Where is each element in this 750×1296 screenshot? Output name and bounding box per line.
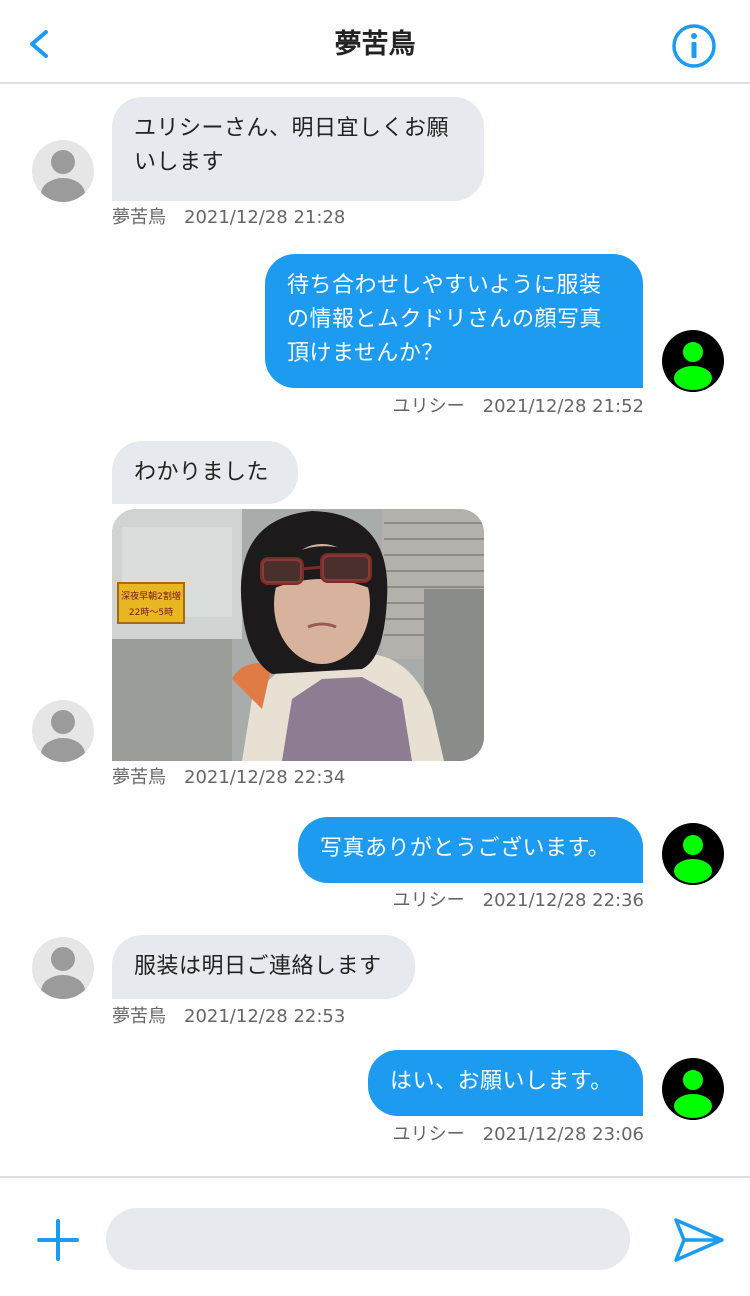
partner-avatar-icon[interactable] [32,700,94,762]
message-meta: ユリシー 2021/12/28 21:52 [300,392,644,418]
message-text: 服装は明日ご連絡します [134,954,382,979]
message-timestamp: 2021/12/28 23:06 [482,1124,644,1145]
message-meta: ユリシー 2021/12/28 22:36 [300,886,644,912]
message-input[interactable] [106,1208,630,1270]
message-sender: ユリシー [392,396,465,417]
message-text-line: いします [134,150,225,175]
message-meta: 夢苦鳥 2021/12/28 22:34 [112,763,345,789]
message-meta: ユリシー 2021/12/28 23:06 [300,1120,644,1146]
message-text-line: ユリシーさん、明日宜しくお願 [134,116,450,141]
message-text-line: の情報とムクドリさんの顔写真 [287,307,603,332]
self-avatar-icon[interactable] [662,330,724,392]
message-timestamp: 2021/12/28 21:52 [482,396,644,417]
page-title: 夢苦鳥 [334,29,416,60]
message-timestamp: 2021/12/28 22:36 [482,890,644,911]
message-bubble-outgoing[interactable]: 待ち合わせしやすいように服装 の情報とムクドリさんの顔写真 頂けませんか？ [265,254,643,388]
message-sender: 夢苦鳥 [112,1006,166,1027]
message-text-line: 待ち合わせしやすいように服装 [287,273,602,298]
message-sender: 夢苦鳥 [112,767,166,788]
message-bubble-incoming[interactable]: わかりました [112,441,298,504]
self-avatar-icon[interactable] [662,823,724,885]
message-bubble-incoming[interactable]: ユリシーさん、明日宜しくお願 いします [112,97,484,201]
message-sender: 夢苦鳥 [112,207,166,228]
send-icon[interactable] [672,1216,726,1264]
message-bubble-outgoing[interactable]: 写真ありがとうございます。 [298,817,643,883]
message-meta: 夢苦鳥 2021/12/28 22:53 [112,1002,345,1028]
message-timestamp: 2021/12/28 21:28 [184,207,346,228]
message-timestamp: 2021/12/28 22:34 [184,767,346,788]
message-bubble-incoming[interactable]: 服装は明日ご連絡します [112,935,415,999]
self-avatar-icon[interactable] [662,1058,724,1120]
info-icon[interactable] [670,22,718,70]
taxi-sign-line1: 深夜早朝2割増 [121,590,181,602]
message-text: わかりました [134,460,270,485]
partner-avatar-icon[interactable] [32,140,94,202]
plus-icon[interactable] [36,1218,80,1262]
composer-bar [0,1176,750,1296]
header-bar: 夢苦鳥 [0,0,750,84]
message-text-line: 頂けませんか？ [287,341,444,366]
message-sender: ユリシー [392,890,465,911]
message-meta: 夢苦鳥 2021/12/28 21:28 [112,203,345,229]
photo-attachment[interactable]: 深夜早朝2割増 22時〜5時 [112,509,484,761]
message-sender: ユリシー [392,1124,465,1145]
message-bubble-outgoing[interactable]: はい、お願いします。 [368,1050,643,1116]
partner-avatar-icon[interactable] [32,937,94,999]
message-list[interactable]: ユリシーさん、明日宜しくお願 いします 夢苦鳥 2021/12/28 21:28 … [0,84,750,1176]
message-text: はい、お願いします。 [390,1069,613,1094]
taxi-sign-line2: 22時〜5時 [129,607,173,618]
message-text: 写真ありがとうございます。 [320,836,611,861]
selfie-photo: 深夜早朝2割増 22時〜5時 [112,509,484,761]
message-timestamp: 2021/12/28 22:53 [184,1006,346,1027]
